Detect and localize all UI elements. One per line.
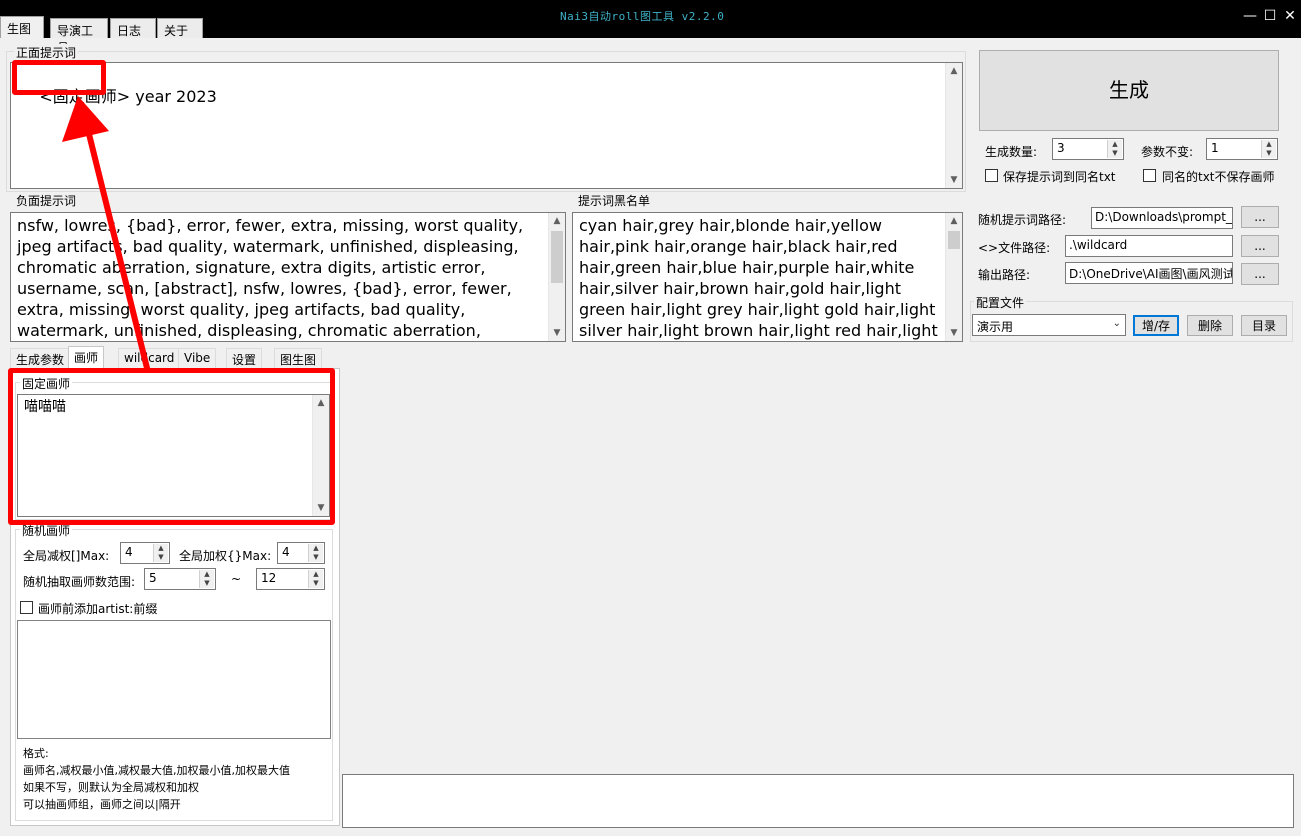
scroll-up-icon[interactable]: ▲ (549, 213, 565, 229)
format-help-line: 可以抽画师组，画师之间以|隔开 (23, 798, 181, 811)
add-weight-label: 全局加权{}Max: (179, 549, 272, 563)
spinner-arrows-icon[interactable]: ▲ ▼ (199, 570, 214, 588)
delete-button[interactable]: 删除 (1187, 315, 1233, 336)
artist-range-label: 随机抽取画师数范围: (23, 575, 136, 589)
wildcard-path-label: <>文件路径: (978, 241, 1051, 255)
artist-prefix-checkbox[interactable] (20, 601, 33, 614)
tab-director-tools[interactable]: 导演工具 (50, 18, 108, 55)
tab-artist[interactable]: 画师 (68, 346, 105, 368)
tab-img2img[interactable]: 图生图 (274, 348, 323, 368)
no-artist-checkbox[interactable] (1143, 169, 1156, 182)
negative-scrollbar[interactable]: ▲ ▼ (548, 213, 565, 341)
spinner-arrows-icon[interactable]: ▲ ▼ (1261, 140, 1276, 158)
add-weight-input[interactable]: 4 ▲ ▼ (277, 542, 325, 564)
tab-generation-params[interactable]: 生成参数 (10, 348, 71, 368)
output-path-input[interactable]: D:\OneDrive\AI画图\画风测试 (1065, 262, 1233, 284)
window-title: Nai3自动roll图工具 v2.2.0 (560, 10, 725, 23)
positive-prompt-input[interactable]: <固定画师> year 2023 ▲ ▼ (10, 62, 963, 189)
no-artist-label: 同名的txt不保存画师 (1162, 170, 1275, 184)
reduce-weight-input[interactable]: 4 ▲ ▼ (120, 542, 170, 564)
config-select[interactable]: 演示用 ⌄ (972, 314, 1126, 336)
scroll-up-icon[interactable]: ▲ (946, 213, 962, 229)
random-path-browse-button[interactable]: ... (1241, 206, 1279, 228)
scroll-down-icon[interactable]: ▼ (946, 325, 962, 341)
blacklist-scrollbar[interactable]: ▲ ▼ (945, 213, 962, 341)
output-path-browse-button[interactable]: ... (1241, 263, 1279, 285)
scroll-down-icon[interactable]: ▼ (946, 172, 962, 188)
spinner-arrows-icon[interactable]: ▲ ▼ (308, 544, 323, 562)
spinner-arrows-icon[interactable]: ▲ ▼ (308, 570, 323, 588)
tab-settings[interactable]: 设置 (226, 348, 263, 368)
format-help: 格式: 画师名,减权最小值,减权最大值,加权最小值,加权最大值 如果不写，则默认… (23, 745, 290, 813)
negative-prompt-text: nsfw, lowres, {bad}, error, fewer, extra… (17, 216, 524, 340)
chevron-down-icon: ⌄ (1112, 318, 1121, 329)
wildcard-path-input[interactable]: .\wildcard (1065, 235, 1233, 257)
tab-vibe[interactable]: Vibe (178, 348, 217, 368)
tab-generate[interactable]: 生图 (0, 16, 44, 38)
tab-about[interactable]: 关于 (157, 18, 203, 38)
blacklist-text: cyan hair,grey hair,blonde hair,yellow h… (579, 216, 938, 340)
output-path-label: 输出路径: (978, 268, 1031, 282)
positive-prompt-label: 正面提示词 (14, 44, 79, 61)
annotation-highlight-fixed-artist (8, 368, 335, 525)
artist-range-min-input[interactable]: 5 ▲ ▼ (144, 568, 216, 590)
random-path-input[interactable]: D:\Downloads\prompt_ (1091, 207, 1233, 229)
count-label: 生成数量: (985, 145, 1038, 159)
scroll-up-icon[interactable]: ▲ (946, 63, 962, 79)
config-label: 配置文件 (974, 294, 1027, 311)
annotation-highlight-token (12, 60, 106, 95)
tab-log[interactable]: 日志 (110, 18, 156, 38)
format-help-line: 格式: (23, 747, 49, 760)
maximize-button[interactable]: ☐ (1262, 8, 1278, 24)
spinner-arrows-icon[interactable]: ▲ ▼ (1107, 140, 1122, 158)
directory-button[interactable]: 目录 (1241, 315, 1287, 336)
format-help-line: 画师名,减权最小值,减权最大值,加权最小值,加权最大值 (23, 764, 290, 777)
tab-wildcard[interactable]: wildcard (118, 348, 181, 368)
output-log-box[interactable] (342, 774, 1294, 828)
blacklist-input[interactable]: cyan hair,grey hair,blonde hair,yellow h… (572, 212, 963, 342)
negative-prompt-label: 负面提示词 (14, 192, 79, 209)
fixed-params-label: 参数不变: (1141, 145, 1194, 159)
generate-button[interactable]: 生成 (979, 50, 1279, 131)
add-save-button[interactable]: 增/存 (1133, 315, 1179, 336)
save-prompt-label: 保存提示词到同名txt (1003, 170, 1116, 184)
scrollbar-thumb[interactable] (551, 231, 563, 283)
spinner-arrows-icon[interactable]: ▲ ▼ (153, 544, 168, 562)
positive-prompt-text: year 2023 (130, 87, 217, 106)
artist-prefix-label: 画师前添加artist:前缀 (38, 602, 158, 616)
positive-scrollbar[interactable]: ▲ ▼ (945, 63, 962, 188)
scrollbar-thumb[interactable] (948, 231, 960, 249)
save-prompt-checkbox[interactable] (985, 169, 998, 182)
minimize-button[interactable]: — (1242, 8, 1258, 24)
count-input[interactable]: 3 ▲ ▼ (1052, 138, 1124, 160)
reduce-weight-label: 全局减权[]Max: (23, 549, 110, 563)
fixed-params-input[interactable]: 1 ▲ ▼ (1206, 138, 1278, 160)
range-separator: ~ (231, 572, 242, 586)
blacklist-label: 提示词黑名单 (576, 192, 653, 209)
negative-prompt-input[interactable]: nsfw, lowres, {bad}, error, fewer, extra… (10, 212, 566, 342)
scroll-down-icon[interactable]: ▼ (549, 325, 565, 341)
random-artist-list-input[interactable] (17, 620, 331, 739)
wildcard-path-browse-button[interactable]: ... (1241, 235, 1279, 257)
artist-range-max-input[interactable]: 12 ▲ ▼ (256, 568, 325, 590)
random-path-label: 随机提示词路径: (978, 213, 1067, 227)
close-button[interactable]: ✕ (1282, 8, 1298, 24)
format-help-line: 如果不写，则默认为全局减权和加权 (23, 781, 199, 794)
